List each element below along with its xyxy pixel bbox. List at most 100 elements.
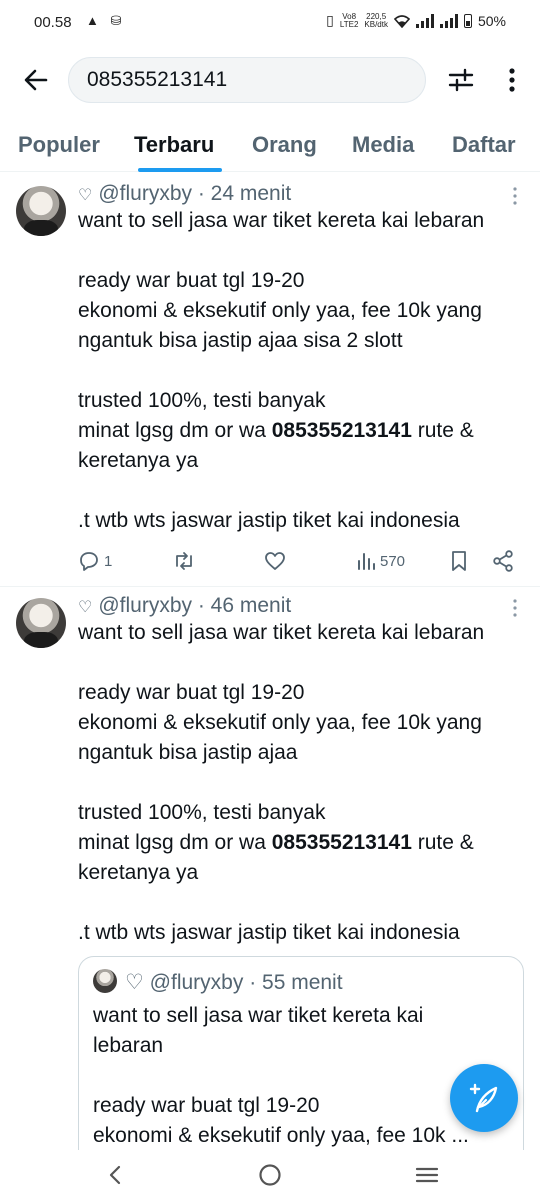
- search-tabs: Populer Terbaru Orang Media Daftar: [0, 118, 540, 172]
- phone-prefix: minat lgsg dm or wa: [78, 419, 272, 442]
- vertical-dots-icon: [513, 187, 517, 205]
- tweet-meta: ♡ @fluryxby · 46 menit: [78, 594, 291, 618]
- heart-outline-icon: ♡: [125, 971, 144, 994]
- heart-outline-icon: ♡: [78, 599, 93, 616]
- views-chart-icon: [358, 553, 375, 570]
- network-bottom: LTE2: [339, 19, 359, 29]
- nav-home-button[interactable]: [255, 1160, 285, 1190]
- filter-button[interactable]: [446, 65, 476, 95]
- quoted-meta: ♡ @fluryxby · 55 menit: [125, 970, 343, 995]
- retweet-button[interactable]: [172, 546, 196, 576]
- timestamp: · 46 menit: [197, 594, 292, 617]
- text-line: ekonomi & eksekutif only yaa, fee 10k ..…: [93, 1124, 469, 1147]
- tweet-menu-button[interactable]: [508, 186, 522, 206]
- text-line: .t wtb wts jaswar jastip tiket kai indon…: [78, 509, 460, 532]
- share-icon: [493, 550, 513, 572]
- like-button[interactable]: [264, 546, 286, 576]
- phone-suffix: rute &: [411, 831, 474, 854]
- phone-highlight: 085355213141: [271, 831, 412, 854]
- text-line-phone: minat lgsg dm or wa 085355213141 rute &: [78, 828, 528, 858]
- tab-populer[interactable]: Populer: [18, 132, 100, 158]
- text-line: ekonomi & eksekutif only yaa, fee 10k ya…: [78, 299, 482, 322]
- net-speed: 220,5 KB/dtk: [364, 12, 388, 29]
- reply-count: 1: [104, 552, 113, 570]
- signal-2-icon: [439, 13, 458, 28]
- text-line: [78, 356, 528, 386]
- bookmark-icon: [452, 551, 466, 571]
- handle[interactable]: @fluryxby: [98, 594, 192, 617]
- text-line: [93, 1061, 513, 1091]
- share-button[interactable]: [492, 546, 514, 576]
- retweet-icon: [176, 552, 192, 570]
- heart-outline-icon: ♡: [78, 187, 93, 204]
- phone-prefix: minat lgsg dm or wa: [78, 831, 272, 854]
- text-line: ekonomi & eksekutif only yaa, fee 10k ya…: [78, 711, 482, 734]
- status-time: 00.58: [34, 14, 72, 31]
- vertical-dots-icon: [509, 68, 515, 92]
- bookmark-button[interactable]: [450, 546, 468, 576]
- status-right: ▯ Vo8 LTE2 220,5 KB/dtk 50%: [326, 12, 506, 29]
- avatar[interactable]: [16, 598, 66, 648]
- tweet-menu-button[interactable]: [508, 598, 522, 618]
- quoted-avatar: [93, 969, 117, 993]
- tweet-divider: [0, 586, 540, 587]
- text-line: lebaran: [93, 1034, 164, 1057]
- text-line: ngantuk bisa jastip ajaa sisa 2 slott: [78, 329, 403, 352]
- handle[interactable]: @fluryxby: [98, 182, 192, 205]
- quoted-text: want to sell jasa war tiket kereta kai l…: [93, 1001, 513, 1151]
- text-line: .t wtb wts jaswar jastip tiket kai indon…: [78, 921, 460, 944]
- text-line: [78, 648, 528, 678]
- menu-lines-icon: [415, 1167, 439, 1183]
- quoted-timestamp: · 55 menit: [249, 971, 343, 994]
- tweet-actions: 1 570: [78, 546, 518, 576]
- phone-suffix: rute &: [411, 419, 474, 442]
- reply-button[interactable]: 1: [78, 546, 112, 576]
- search-header: [0, 50, 540, 112]
- chevron-left-icon: [109, 1165, 121, 1185]
- compose-post-button[interactable]: [450, 1064, 518, 1132]
- vibrate-icon: ▯: [326, 12, 334, 28]
- reply-icon: [80, 552, 98, 571]
- signal-1-icon: [415, 13, 434, 28]
- text-line: trusted 100%, testi banyak: [78, 801, 326, 824]
- back-button[interactable]: [20, 64, 52, 96]
- tweet-text: want to sell jasa war tiket kereta kai l…: [78, 206, 528, 536]
- view-count: 570: [380, 552, 406, 570]
- nav-back-button[interactable]: [100, 1160, 130, 1190]
- nav-recents-button[interactable]: [412, 1160, 442, 1190]
- battery-level: 50%: [477, 12, 506, 29]
- text-line: [78, 476, 528, 506]
- home-circle-icon: [259, 1164, 281, 1186]
- tab-terbaru[interactable]: Terbaru: [134, 132, 214, 158]
- views-button[interactable]: 570: [356, 546, 405, 576]
- quoted-tweet[interactable]: ♡ @fluryxby · 55 menit want to sell jasa…: [78, 956, 524, 1166]
- speed-unit: KB/dtk: [364, 19, 388, 29]
- tab-daftar[interactable]: Daftar: [452, 132, 516, 158]
- avatar[interactable]: [16, 186, 66, 236]
- more-options-button[interactable]: [500, 65, 524, 95]
- phone-highlight: 085355213141: [271, 419, 412, 442]
- timestamp: · 24 menit: [197, 182, 292, 205]
- system-nav-bar: [0, 1150, 540, 1200]
- active-tab-indicator: [138, 168, 222, 172]
- back-arrow-icon: [24, 69, 48, 91]
- quoted-handle: @fluryxby: [149, 971, 244, 994]
- text-line: [78, 888, 528, 918]
- text-line: ready war buat tgl 19-20: [78, 269, 305, 292]
- text-line: ngantuk bisa jastip ajaa: [78, 741, 298, 764]
- text-line: want to sell jasa war tiket kereta kai l…: [78, 209, 485, 232]
- text-line: want to sell jasa war tiket kereta kai l…: [78, 621, 485, 644]
- tab-media[interactable]: Media: [352, 132, 414, 158]
- network-type: Vo8 LTE2: [339, 12, 359, 29]
- text-line: want to sell jasa war tiket kereta kai: [93, 1004, 424, 1027]
- text-line: trusted 100%, testi banyak: [78, 389, 326, 412]
- tweet-meta: ♡ @fluryxby · 24 menit: [78, 182, 291, 206]
- compose-feather-icon: [469, 1083, 498, 1113]
- vertical-dots-icon: [513, 599, 517, 617]
- tab-orang[interactable]: Orang: [252, 132, 317, 158]
- text-line-phone: minat lgsg dm or wa 085355213141 rute &: [78, 416, 528, 446]
- search-box[interactable]: [68, 57, 426, 103]
- notification-icons: ▲ ⛁: [86, 13, 126, 28]
- sliders-icon: [448, 68, 474, 92]
- search-input[interactable]: [69, 58, 425, 102]
